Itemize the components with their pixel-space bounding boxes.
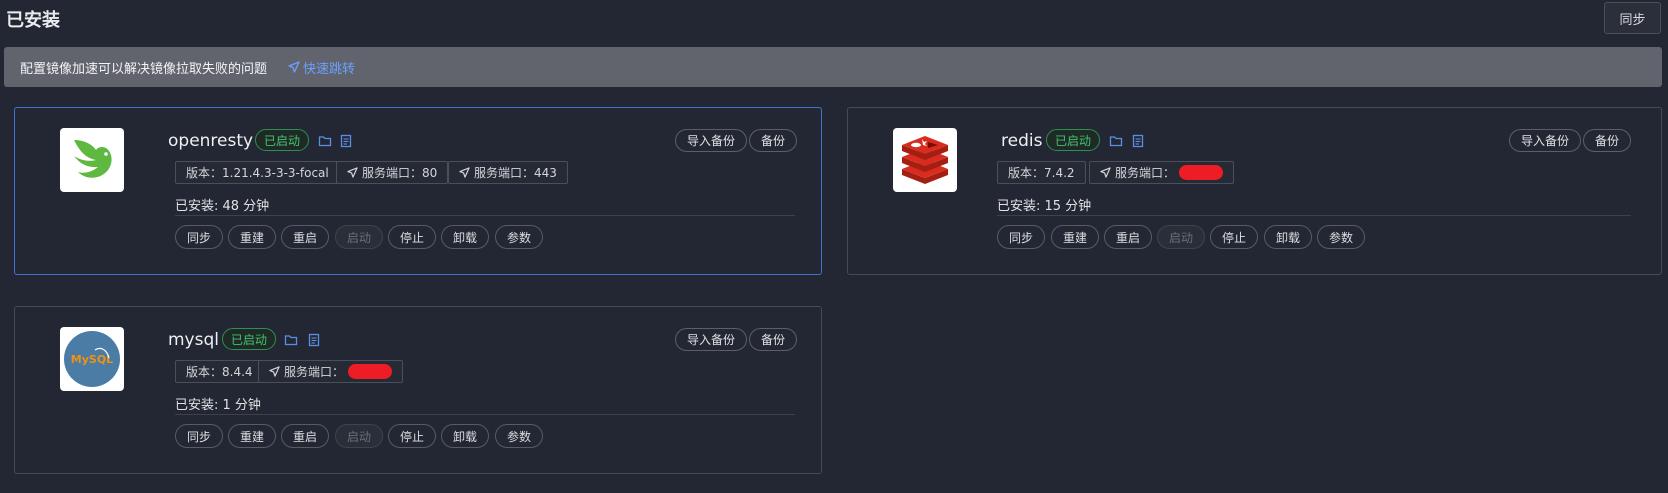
installed-time: 已安装: 15 分钟 [997,199,1092,214]
action-sync-button[interactable]: 同步 [997,225,1045,249]
openresty-logo-icon [74,140,112,178]
folder-icon[interactable] [284,333,298,347]
port-label: 服务端口：443 [474,166,557,180]
port-label: 服务端口：80 [362,166,438,180]
action-uninstall-button[interactable]: 卸载 [1264,225,1312,249]
redis-logo-icon [902,136,948,184]
action-stop-button[interactable]: 停止 [388,424,436,448]
action-uninstall-button[interactable]: 卸载 [441,424,489,448]
document-icon[interactable] [307,333,321,347]
sync-all-button[interactable]: 同步 [1604,2,1661,34]
navigate-arrow-icon [459,167,470,178]
page-title: 已安装 [6,10,60,31]
action-uninstall-button[interactable]: 卸载 [441,225,489,249]
app-card-redis[interactable]: redis 已启动 导入备份 备份 版本：7.4.2 服务端口： 已安装: 15… [847,107,1662,275]
action-stop-button[interactable]: 停止 [1210,225,1258,249]
mirror-notice-bar: 配置镜像加速可以解决镜像拉取失败的问题 快速跳转 [4,47,1662,87]
app-logo-openresty [60,128,124,192]
version-tag: 版本：1.21.4.3-3-3-focal [175,161,340,184]
action-restart-button[interactable]: 重启 [1104,225,1152,249]
folder-icon[interactable] [1109,134,1123,148]
action-params-button[interactable]: 参数 [1317,225,1365,249]
quick-jump-link[interactable]: 快速跳转 [288,58,355,77]
app-card-mysql[interactable]: MySQL mysql 已启动 导入备份 备份 版本：8.4.4 服务端口： 已… [14,306,822,474]
navigate-arrow-icon [347,167,358,178]
status-badge: 已启动 [1046,129,1101,151]
port-tag[interactable]: 服务端口： [258,360,404,383]
action-sync-button[interactable]: 同步 [175,225,223,249]
action-sync-button[interactable]: 同步 [175,424,223,448]
version-tag: 版本：8.4.4 [175,360,264,383]
mysql-logo-text: MySQL [71,353,113,366]
redacted-port [1179,165,1224,180]
action-start-button: 启动 [335,225,383,249]
port-label: 服务端口： [1115,166,1176,180]
app-logo-mysql: MySQL [60,327,124,391]
port-tag-80[interactable]: 服务端口：80 [336,161,449,184]
navigate-arrow-icon [269,366,280,377]
app-logo-redis [893,128,957,192]
import-backup-button[interactable]: 导入备份 [675,129,748,152]
port-tag-443[interactable]: 服务端口：443 [448,161,568,184]
action-restart-button[interactable]: 重启 [281,225,329,249]
import-backup-button[interactable]: 导入备份 [1509,129,1582,152]
app-name: openresty [168,131,254,151]
action-params-button[interactable]: 参数 [495,424,543,448]
mysql-logo-icon: MySQL [64,331,120,387]
status-badge: 已启动 [222,328,277,350]
backup-button[interactable]: 备份 [1583,129,1632,152]
status-badge: 已启动 [255,129,310,151]
redacted-port [348,364,393,379]
navigate-arrow-icon [288,61,300,73]
folder-icon[interactable] [318,134,332,148]
app-name: mysql [168,330,219,350]
action-rebuild-button[interactable]: 重建 [228,225,276,249]
quick-jump-label: 快速跳转 [303,61,356,77]
card-divider [175,414,795,415]
port-tag[interactable]: 服务端口： [1089,161,1235,184]
notice-text: 配置镜像加速可以解决镜像拉取失败的问题 [20,61,268,77]
backup-button[interactable]: 备份 [749,328,798,351]
import-backup-button[interactable]: 导入备份 [675,328,748,351]
app-name: redis [1001,131,1043,151]
backup-button[interactable]: 备份 [749,129,798,152]
port-label: 服务端口： [284,365,345,379]
card-divider [175,215,795,216]
action-rebuild-button[interactable]: 重建 [1051,225,1099,249]
action-restart-button[interactable]: 重启 [281,424,329,448]
action-stop-button[interactable]: 停止 [388,225,436,249]
document-icon[interactable] [1131,134,1145,148]
action-params-button[interactable]: 参数 [495,225,543,249]
action-rebuild-button[interactable]: 重建 [228,424,276,448]
action-start-button: 启动 [1157,225,1205,249]
document-icon[interactable] [339,134,353,148]
installed-time: 已安装: 1 分钟 [175,398,261,413]
action-start-button: 启动 [335,424,383,448]
app-card-openresty[interactable]: openresty 已启动 导入备份 备份 版本：1.21.4.3-3-3-fo… [14,107,822,275]
version-tag: 版本：7.4.2 [997,161,1086,184]
navigate-arrow-icon [1100,167,1111,178]
card-divider [997,215,1631,216]
installed-time: 已安装: 48 分钟 [175,199,270,214]
